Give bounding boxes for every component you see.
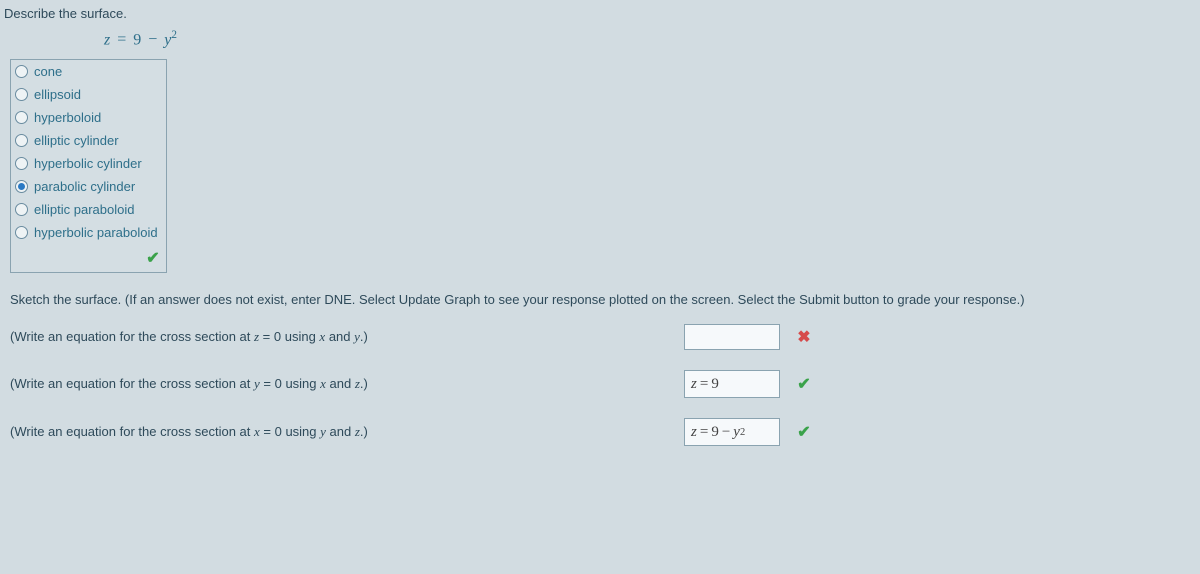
check-icon: ✔ (797, 424, 810, 441)
answer-input[interactable] (684, 324, 780, 350)
cross-section-row: (Write an equation for the cross section… (4, 408, 1196, 456)
radio-icon[interactable] (15, 88, 28, 101)
choice-label: elliptic cylinder (34, 133, 119, 148)
choice-row[interactable]: hyperboloid (11, 106, 166, 129)
status-correct: ✔ (794, 374, 814, 394)
choice-row[interactable]: hyperbolic paraboloid (11, 221, 166, 244)
sketch-instructions: Sketch the surface. (If an answer does n… (4, 273, 1196, 314)
cross-section-label: (Write an equation for the cross section… (10, 376, 670, 392)
question-title: Describe the surface. (4, 0, 1196, 29)
choice-row[interactable]: parabolic cylinder (11, 175, 166, 198)
choice-feedback: ✔ (11, 244, 166, 272)
choice-row[interactable]: cone (11, 60, 166, 83)
choice-label: parabolic cylinder (34, 179, 135, 194)
status-wrong: ✖ (794, 327, 814, 347)
choice-label: ellipsoid (34, 87, 81, 102)
choice-label: hyperbolic cylinder (34, 156, 142, 171)
radio-icon[interactable] (15, 111, 28, 124)
choice-label: hyperboloid (34, 110, 101, 125)
choice-row[interactable]: elliptic paraboloid (11, 198, 166, 221)
cross-section-row: (Write an equation for the cross section… (4, 360, 1196, 408)
cross-icon: ✖ (797, 329, 810, 346)
choice-label: elliptic paraboloid (34, 202, 134, 217)
surface-equation: z = 9 − y2 (4, 29, 1196, 59)
radio-icon[interactable] (15, 134, 28, 147)
choice-group: cone ellipsoid hyperboloid elliptic cylinde… (10, 59, 167, 273)
cross-section-row: (Write an equation for the cross section… (4, 314, 1196, 360)
status-correct: ✔ (794, 422, 814, 442)
answer-display[interactable]: z = 9 (684, 370, 780, 398)
radio-icon[interactable] (15, 203, 28, 216)
choice-row[interactable]: hyperbolic cylinder (11, 152, 166, 175)
cross-section-label: (Write an equation for the cross section… (10, 424, 670, 440)
choice-row[interactable]: ellipsoid (11, 83, 166, 106)
cross-section-label: (Write an equation for the cross section… (10, 329, 670, 345)
radio-icon[interactable] (15, 65, 28, 78)
choice-label: hyperbolic paraboloid (34, 225, 158, 240)
choice-row[interactable]: elliptic cylinder (11, 129, 166, 152)
answer-display[interactable]: z = 9 − y2 (684, 418, 780, 446)
radio-icon[interactable] (15, 226, 28, 239)
check-icon: ✔ (146, 250, 159, 267)
check-icon: ✔ (797, 376, 810, 393)
choice-label: cone (34, 64, 62, 79)
radio-icon[interactable] (15, 180, 28, 193)
radio-icon[interactable] (15, 157, 28, 170)
